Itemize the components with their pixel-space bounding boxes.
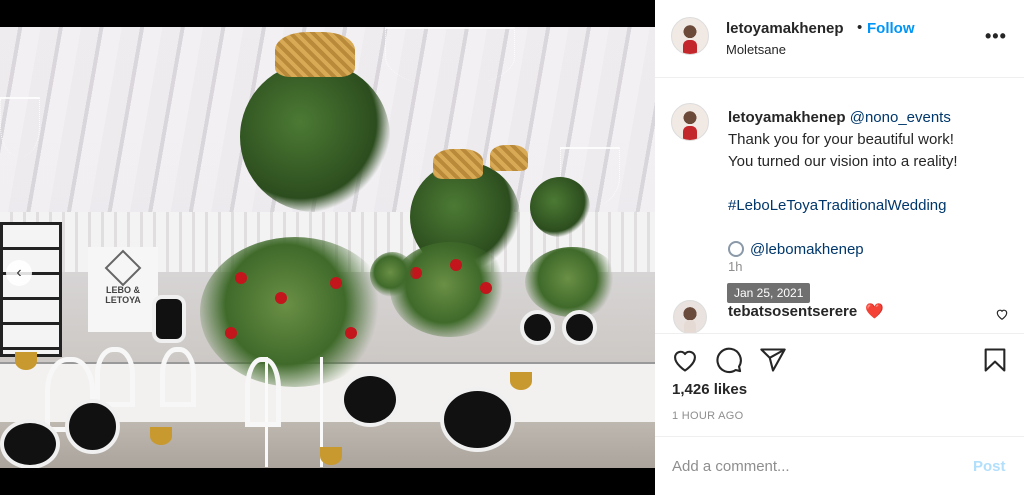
- rose: [275, 292, 287, 304]
- caption-avatar[interactable]: [671, 103, 709, 141]
- black-chair: [152, 295, 186, 343]
- post-button[interactable]: Post: [973, 458, 1006, 475]
- hanging-basket: [275, 32, 355, 77]
- post-photo-area[interactable]: LEBO & LETOYA ‹: [0, 0, 655, 495]
- caption-line: You turned our vision into a reality!: [728, 153, 958, 170]
- floral-centerpiece: [200, 237, 390, 387]
- post-modal: LEBO & LETOYA ‹ letoyamakhenep • Follow …: [0, 0, 1024, 495]
- commenter-avatar[interactable]: [673, 300, 707, 333]
- black-chair: [562, 310, 597, 345]
- chandelier: [385, 27, 515, 87]
- black-chair: [65, 399, 120, 454]
- monogram-board: LEBO & LETOYA: [88, 247, 158, 332]
- comment-emoji: ❤️: [865, 303, 885, 320]
- gold-pot: [320, 447, 342, 465]
- hanging-greenery: [530, 177, 590, 237]
- author-avatar[interactable]: [671, 17, 709, 55]
- hanging-basket: [490, 145, 528, 171]
- comment-input[interactable]: [672, 453, 952, 479]
- gold-pot: [15, 352, 37, 370]
- caption-line: Thank you for your beautiful work!: [728, 131, 954, 148]
- caption-time[interactable]: 1h: [728, 259, 742, 274]
- previous-photo-button[interactable]: ‹: [6, 260, 32, 286]
- monogram-text: LEBO & LETOYA: [105, 285, 141, 305]
- black-chair: [440, 387, 515, 452]
- commenter-username[interactable]: tebatsosentserere: [728, 303, 857, 320]
- ring-icon: [728, 241, 744, 257]
- share-icon[interactable]: [759, 346, 787, 374]
- white-chair: [245, 357, 281, 427]
- heart-icon[interactable]: [671, 346, 699, 374]
- post-side-panel: letoyamakhenep • Follow Moletsane ••• le…: [655, 0, 1024, 495]
- follow-button[interactable]: Follow: [867, 20, 915, 37]
- rose: [235, 272, 247, 284]
- floral-centerpiece: [370, 252, 415, 297]
- comment: tebatsosentserere ❤️: [728, 302, 884, 320]
- rose: [345, 327, 357, 339]
- location-link[interactable]: Moletsane: [726, 42, 786, 57]
- chandelier: [0, 97, 40, 157]
- caption: letoyamakhenep @nono_events Thank you fo…: [728, 107, 1008, 261]
- post-timestamp[interactable]: 1 HOUR AGO: [672, 410, 743, 422]
- author-username[interactable]: letoyamakhenep: [726, 20, 844, 37]
- rose: [225, 327, 237, 339]
- header-separator: •: [857, 19, 863, 36]
- comments-section[interactable]: letoyamakhenep @nono_events Thank you fo…: [655, 79, 1024, 333]
- ring-mention[interactable]: @lebomakhenep: [750, 241, 864, 258]
- rose: [450, 259, 462, 271]
- rose: [330, 277, 342, 289]
- black-chair: [340, 372, 400, 427]
- monogram-icon: [104, 249, 142, 287]
- hanging-basket: [433, 149, 483, 179]
- date-tooltip: Jan 25, 2021: [727, 283, 811, 303]
- caption-hashtag[interactable]: #LeboLeToyaTraditionalWedding: [728, 197, 947, 214]
- gold-pot: [150, 427, 172, 445]
- caption-username[interactable]: letoyamakhenep: [728, 109, 846, 126]
- white-chair: [160, 347, 196, 407]
- caption-mention[interactable]: @nono_events: [850, 109, 951, 126]
- white-chair: [95, 347, 135, 407]
- black-chair: [0, 419, 60, 468]
- display-shelf: [0, 222, 62, 357]
- black-chair: [520, 310, 555, 345]
- hanging-greenery: [240, 62, 390, 212]
- gold-pot: [510, 372, 532, 390]
- bookmark-icon[interactable]: [981, 346, 1009, 374]
- comment-composer: Post: [655, 436, 1024, 495]
- like-comment-icon[interactable]: [995, 307, 1009, 321]
- options-icon[interactable]: •••: [985, 26, 1007, 47]
- comment-icon[interactable]: [715, 346, 743, 374]
- like-count[interactable]: 1,426 likes: [672, 381, 747, 398]
- floral-centerpiece: [525, 247, 620, 317]
- post-header: letoyamakhenep • Follow Moletsane •••: [655, 0, 1024, 78]
- post-actions: 1,426 likes 1 HOUR AGO: [655, 333, 1024, 435]
- post-photo[interactable]: LEBO & LETOYA ‹: [0, 27, 655, 468]
- rose: [480, 282, 492, 294]
